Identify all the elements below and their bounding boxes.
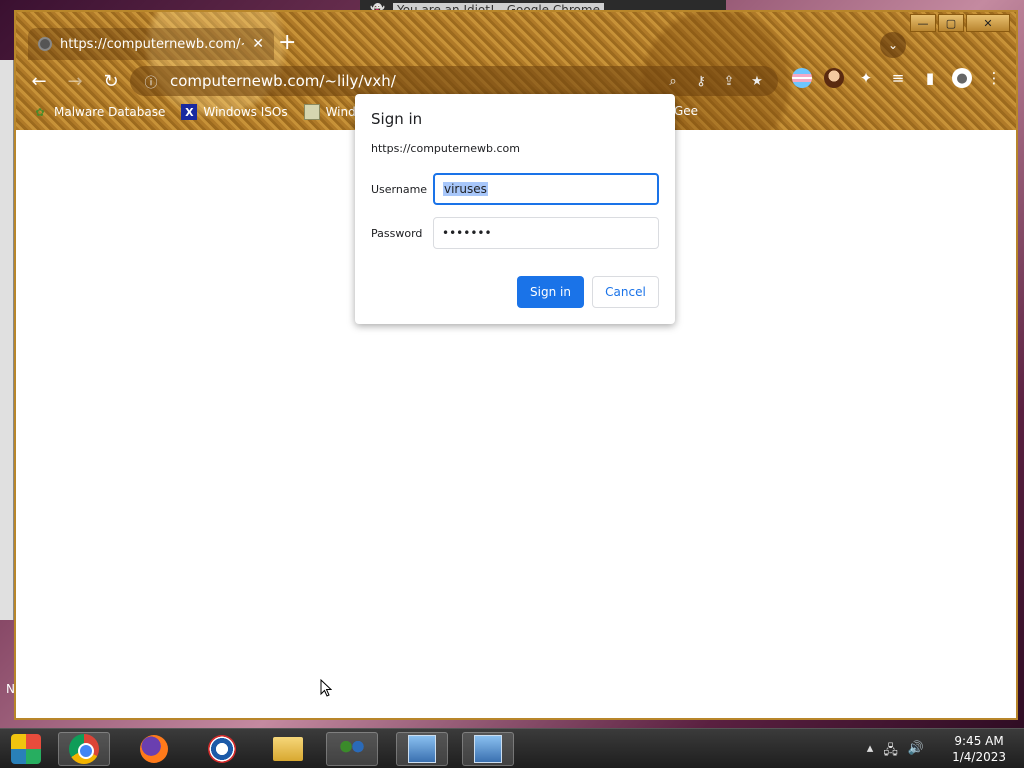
window-controls: — ▢ ✕ bbox=[910, 14, 1010, 32]
bookmark-malware-database[interactable]: ✿ Malware Database bbox=[32, 104, 165, 120]
username-row: Username viruses bbox=[371, 173, 659, 205]
bookmark-label: Malware Database bbox=[54, 105, 166, 119]
trans-flag-extension-icon[interactable] bbox=[792, 68, 812, 88]
back-icon: ← bbox=[31, 70, 47, 92]
toolbar: ← → ↻ ⓘ computernewb.com/~lily/vxh/ ⌕ ⚷ … bbox=[16, 64, 1016, 98]
volume-icon[interactable]: 🔊 bbox=[908, 741, 924, 763]
bookmark-label: Windows ISOs bbox=[203, 105, 288, 119]
chrome-icon bbox=[69, 734, 99, 764]
back-button[interactable]: ← bbox=[28, 70, 50, 92]
close-window-button[interactable]: ✕ bbox=[966, 14, 1010, 32]
taskbar-obama-app[interactable] bbox=[196, 732, 248, 766]
windows-start-icon bbox=[11, 734, 41, 764]
x-icon: X bbox=[181, 104, 198, 120]
obama-logo-icon bbox=[208, 735, 236, 763]
reload-icon: ↻ bbox=[103, 70, 119, 92]
installer-icon bbox=[474, 735, 502, 763]
forward-button[interactable]: → bbox=[64, 70, 86, 92]
folder-icon bbox=[273, 737, 303, 761]
firefox-icon bbox=[140, 735, 168, 763]
dialog-origin: https://computernewb.com bbox=[371, 142, 520, 155]
password-field[interactable]: ••••••• bbox=[433, 217, 659, 249]
taskbar-installer-2[interactable] bbox=[462, 732, 514, 766]
sidepanel-icon[interactable]: ▮ bbox=[920, 68, 940, 88]
tray-expand-icon[interactable]: ▴ bbox=[867, 741, 874, 763]
left-partial-window[interactable] bbox=[0, 60, 14, 620]
share-icon[interactable]: ⇪ bbox=[720, 74, 738, 89]
zoom-icon[interactable]: ⌕ bbox=[664, 74, 682, 89]
star-icon[interactable]: ★ bbox=[748, 74, 766, 89]
network-icon[interactable]: 🖧 bbox=[883, 741, 898, 763]
clock-date: 1/4/2023 bbox=[952, 750, 1006, 764]
reload-button[interactable]: ↻ bbox=[100, 70, 122, 92]
browser-tab-active[interactable]: https://computernewb.com/~lily/ ✕ bbox=[28, 28, 274, 60]
username-label: Username bbox=[371, 182, 428, 196]
taskbar: ▴ 🖧 🔊 9:45 AM 1/4/2023 bbox=[0, 728, 1024, 768]
image-icon bbox=[303, 104, 320, 120]
minimize-button[interactable]: — bbox=[910, 14, 936, 32]
mouse-cursor-icon bbox=[320, 679, 332, 697]
password-row: Password ••••••• bbox=[371, 217, 659, 249]
sign-in-dialog: Sign in https://computernewb.com Usernam… bbox=[355, 94, 675, 324]
media-icon[interactable]: ≡ bbox=[888, 68, 908, 88]
taskbar-file-explorer[interactable] bbox=[262, 732, 314, 766]
taskbar-firefox[interactable] bbox=[128, 732, 180, 766]
bookmark-partial-label[interactable]: Gee bbox=[674, 104, 698, 118]
tab-title: https://computernewb.com/~lily/ bbox=[60, 36, 244, 52]
info-icon[interactable]: ⓘ bbox=[142, 72, 160, 91]
profile-icon[interactable]: ● bbox=[952, 68, 972, 88]
leaf-icon: ✿ bbox=[35, 105, 45, 119]
url-text[interactable]: computernewb.com/~lily/vxh/ bbox=[170, 72, 654, 90]
installer-icon bbox=[408, 735, 436, 763]
cancel-button[interactable]: Cancel bbox=[592, 276, 659, 308]
start-button[interactable] bbox=[0, 732, 52, 766]
tab-close-icon[interactable]: ✕ bbox=[252, 36, 264, 52]
bookmark-windows-isos[interactable]: X Windows ISOs bbox=[181, 104, 288, 120]
dialog-buttons: Sign in Cancel bbox=[517, 276, 659, 308]
extensions-icon[interactable]: ✦ bbox=[856, 68, 876, 88]
taskbar-clock[interactable]: 9:45 AM 1/4/2023 bbox=[952, 733, 1006, 765]
taskbar-chrome[interactable] bbox=[58, 732, 110, 766]
taskbar-users-app[interactable] bbox=[326, 732, 378, 766]
extensions-area: ✦ ≡ ▮ ● ⋮ bbox=[792, 68, 1004, 88]
username-value: viruses bbox=[443, 182, 488, 196]
forward-icon: → bbox=[67, 70, 83, 92]
users-icon bbox=[337, 737, 367, 761]
system-tray: ▴ 🖧 🔊 bbox=[867, 741, 924, 763]
new-tab-button[interactable]: + bbox=[278, 32, 296, 54]
globe-icon bbox=[38, 37, 52, 51]
sign-in-button[interactable]: Sign in bbox=[517, 276, 584, 308]
dialog-title: Sign in bbox=[371, 110, 423, 128]
key-icon[interactable]: ⚷ bbox=[692, 74, 710, 89]
address-bar[interactable]: ⓘ computernewb.com/~lily/vxh/ ⌕ ⚷ ⇪ ★ bbox=[130, 66, 778, 96]
menu-icon[interactable]: ⋮ bbox=[984, 68, 1004, 88]
tab-search-button[interactable]: ⌄ bbox=[880, 32, 906, 58]
username-field[interactable]: viruses bbox=[433, 173, 659, 205]
maximize-button[interactable]: ▢ bbox=[938, 14, 964, 32]
avatar-extension-icon[interactable] bbox=[824, 68, 844, 88]
password-label: Password bbox=[371, 226, 423, 240]
taskbar-installer-1[interactable] bbox=[396, 732, 448, 766]
chevron-down-icon: ⌄ bbox=[887, 38, 899, 52]
clock-time: 9:45 AM bbox=[954, 734, 1004, 748]
